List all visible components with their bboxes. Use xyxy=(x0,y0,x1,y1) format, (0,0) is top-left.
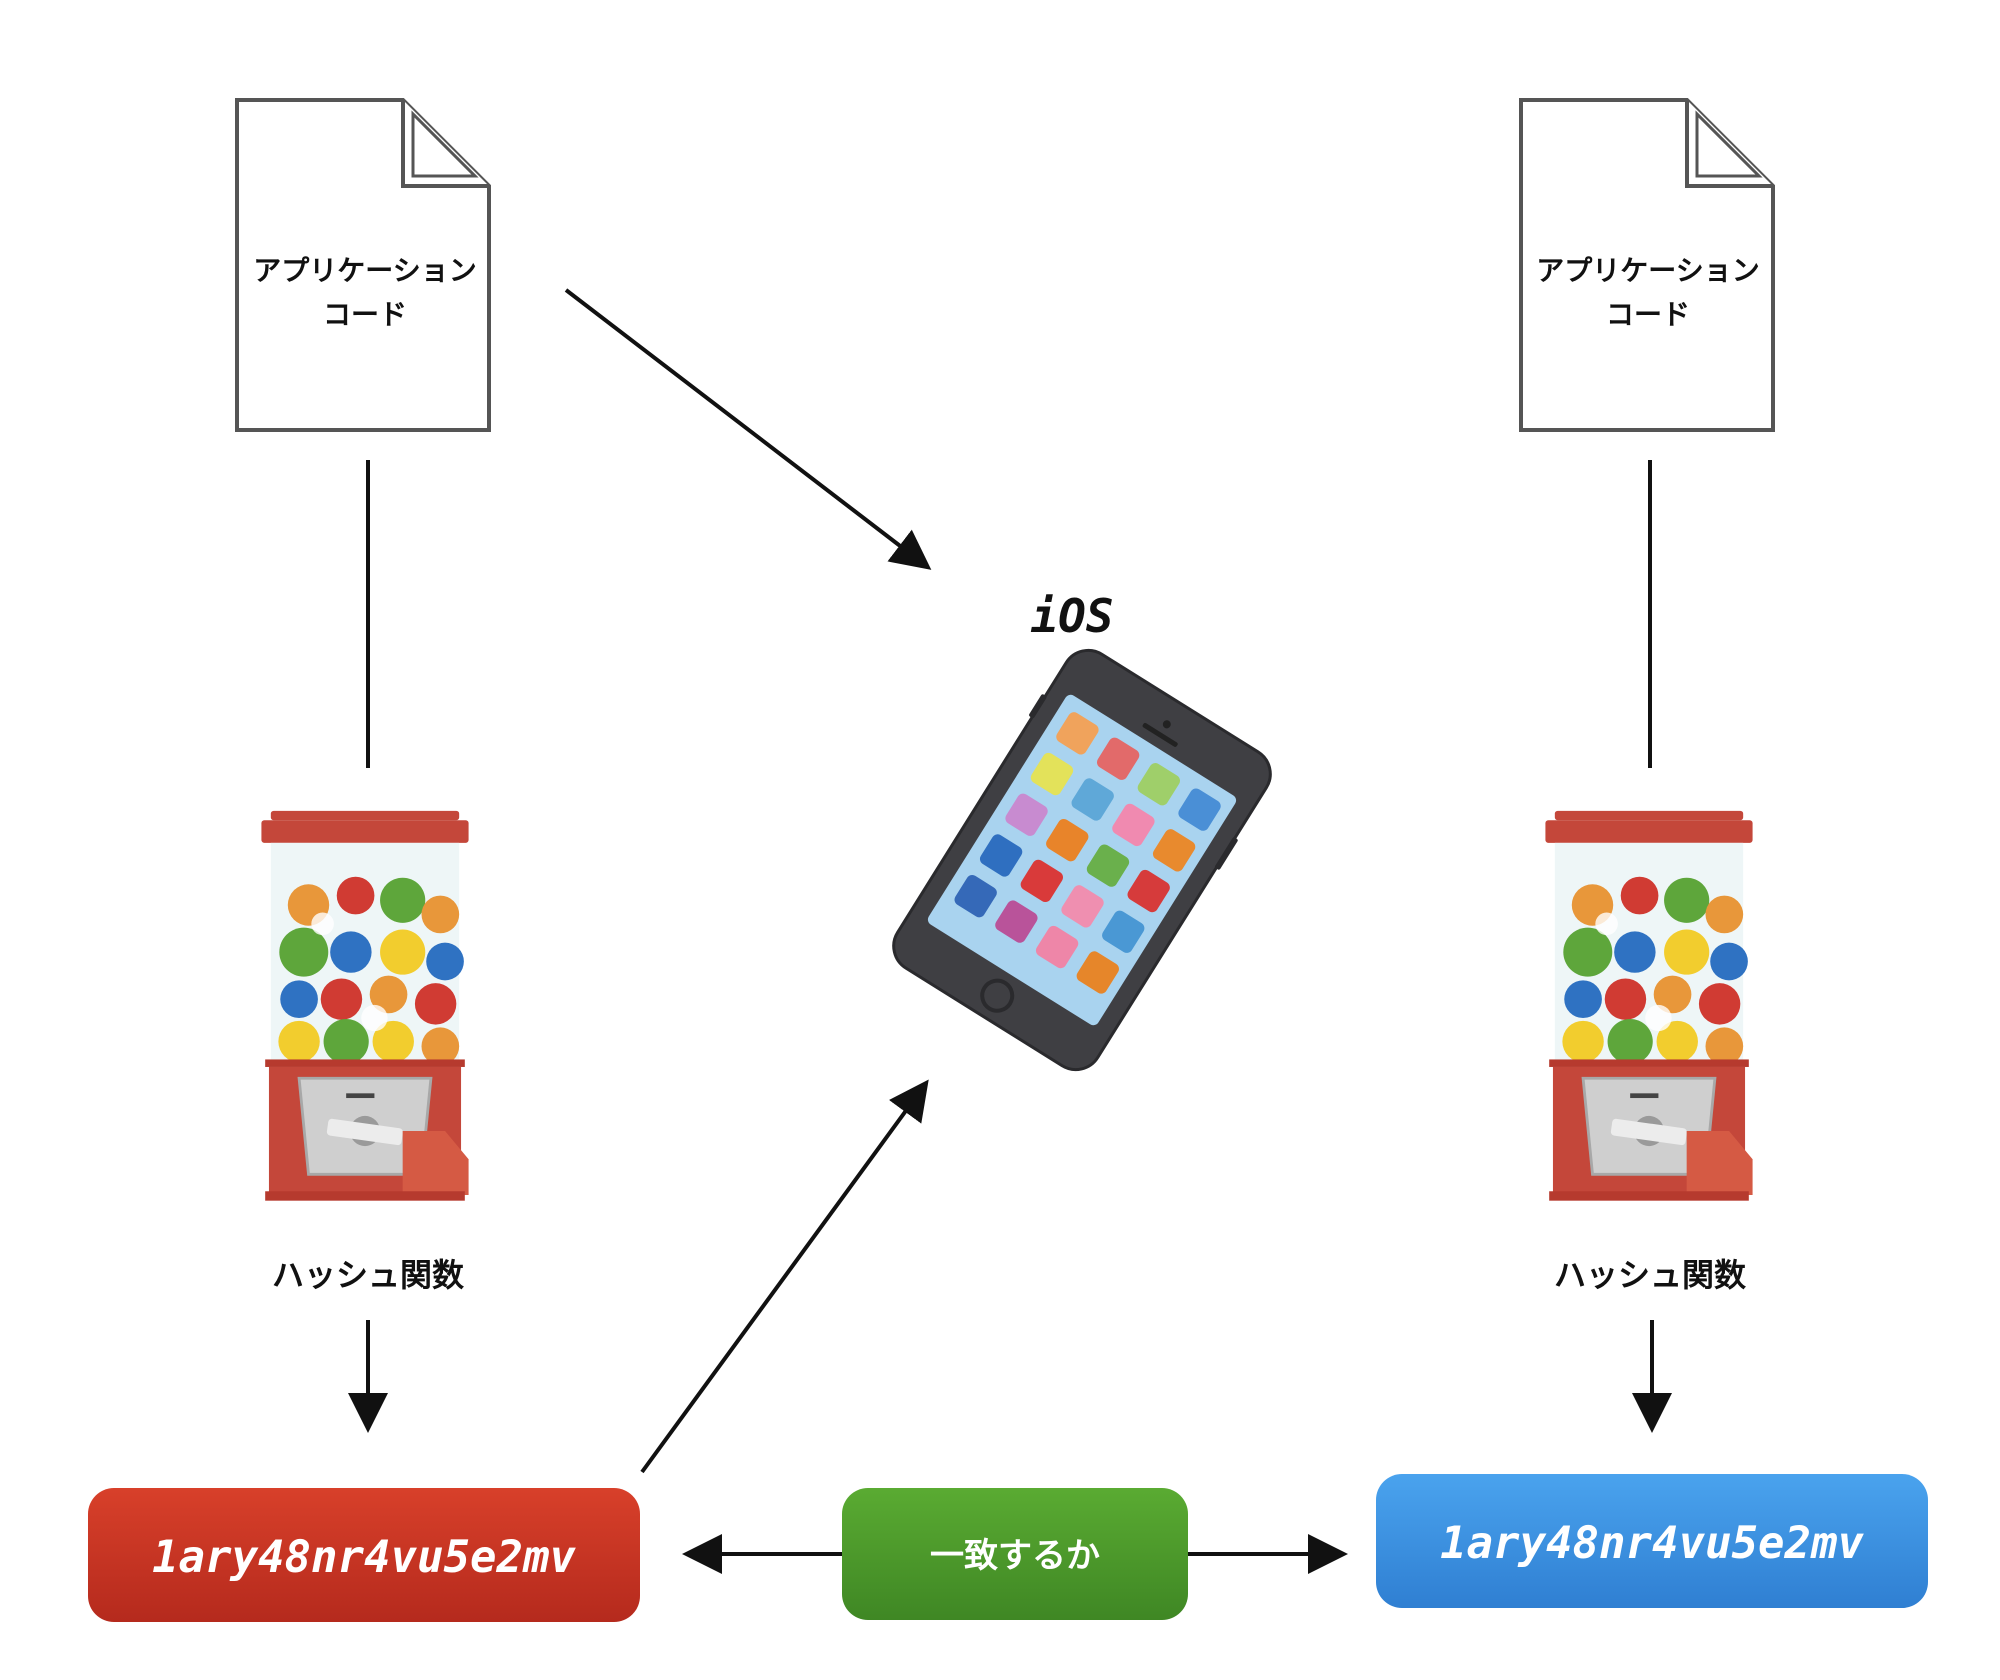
smartphone-icon xyxy=(892,648,1272,1072)
gumball-machine-icon xyxy=(259,809,471,1203)
gumball-machine-icon xyxy=(1543,809,1755,1203)
left-hash-value-box: 1ary48nr4vu5e2mv xyxy=(88,1488,640,1622)
left-hash-value: 1ary48nr4vu5e2mv xyxy=(152,1532,576,1583)
left-doc-label-line1: アプリケーション xyxy=(253,254,476,287)
right-hash-value-box: 1ary48nr4vu5e2mv xyxy=(1376,1474,1928,1608)
ios-label: iOS xyxy=(1030,589,1113,643)
right-document: アプリケーション コード xyxy=(1519,98,1775,432)
match-label: 一致するか xyxy=(930,1536,1100,1576)
right-hash-value: 1ary48nr4vu5e2mv xyxy=(1440,1518,1864,1569)
left-doc-label-line2: コード xyxy=(323,298,407,331)
left-document: アプリケーション コード xyxy=(235,98,491,432)
left-hash-function-label: ハッシュ関数 xyxy=(272,1256,465,1294)
right-doc-label-line2: コード xyxy=(1606,298,1690,331)
match-box: 一致するか xyxy=(842,1488,1188,1620)
doc-to-ios-arrow xyxy=(564,288,932,570)
diagram: アプリケーション コード アプリケーション コード ハッシュ関数 ハッシュ関数 … xyxy=(88,98,1928,1622)
right-doc-label-line1: アプリケーション xyxy=(1536,254,1759,287)
hash-to-ios-arrow xyxy=(640,1079,929,1474)
right-hash-function-label: ハッシュ関数 xyxy=(1554,1256,1747,1294)
